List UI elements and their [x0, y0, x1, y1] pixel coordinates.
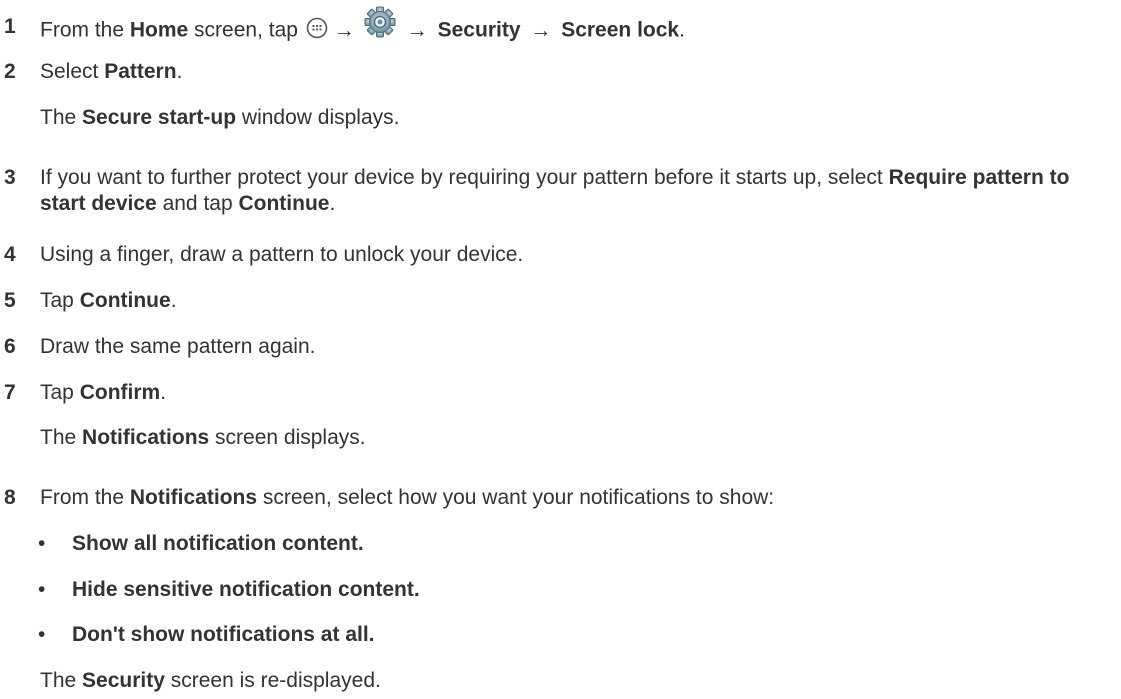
step-text: Using a finger, draw a pattern to unlock…: [40, 243, 524, 266]
step-text: From the Home screen, tap → → Security → …: [40, 6, 1111, 48]
step-note: The Notifications screen displays.: [40, 426, 366, 449]
step-text: Tap Continue.: [40, 289, 177, 312]
bullet-glyph: •: [38, 578, 46, 601]
bullet-glyph: •: [38, 532, 46, 555]
step-text: Tap Confirm.: [40, 381, 167, 404]
settings-gear-icon: [363, 5, 397, 39]
step-number: 5: [4, 289, 16, 312]
instruction-document: 1 From the Home screen, tap → → Security …: [0, 0, 1121, 699]
step-number: 6: [4, 335, 16, 358]
step-number: 4: [4, 243, 16, 266]
step-note: The Secure start-up window displays.: [40, 106, 400, 129]
step-number: 1: [4, 15, 16, 38]
apps-grid-icon: [306, 17, 328, 39]
step-text: From the Notifications screen, select ho…: [40, 486, 775, 509]
step-number: 8: [4, 486, 16, 509]
step-number: 3: [4, 166, 16, 189]
bullet-glyph: •: [38, 623, 46, 646]
bullet-text: Show all notification content.: [72, 532, 364, 555]
step-number: 7: [4, 381, 16, 404]
step-number: 2: [4, 60, 16, 83]
step-text: Select Pattern.: [40, 60, 183, 83]
step-text: Draw the same pattern again.: [40, 335, 316, 358]
step-note: The Security screen is re-displayed.: [40, 669, 381, 692]
step-text: If you want to further protect your devi…: [40, 166, 1070, 215]
bullet-text: Hide sensitive notification content.: [72, 578, 420, 601]
bullet-text: Don't show notifications at all.: [72, 623, 375, 646]
